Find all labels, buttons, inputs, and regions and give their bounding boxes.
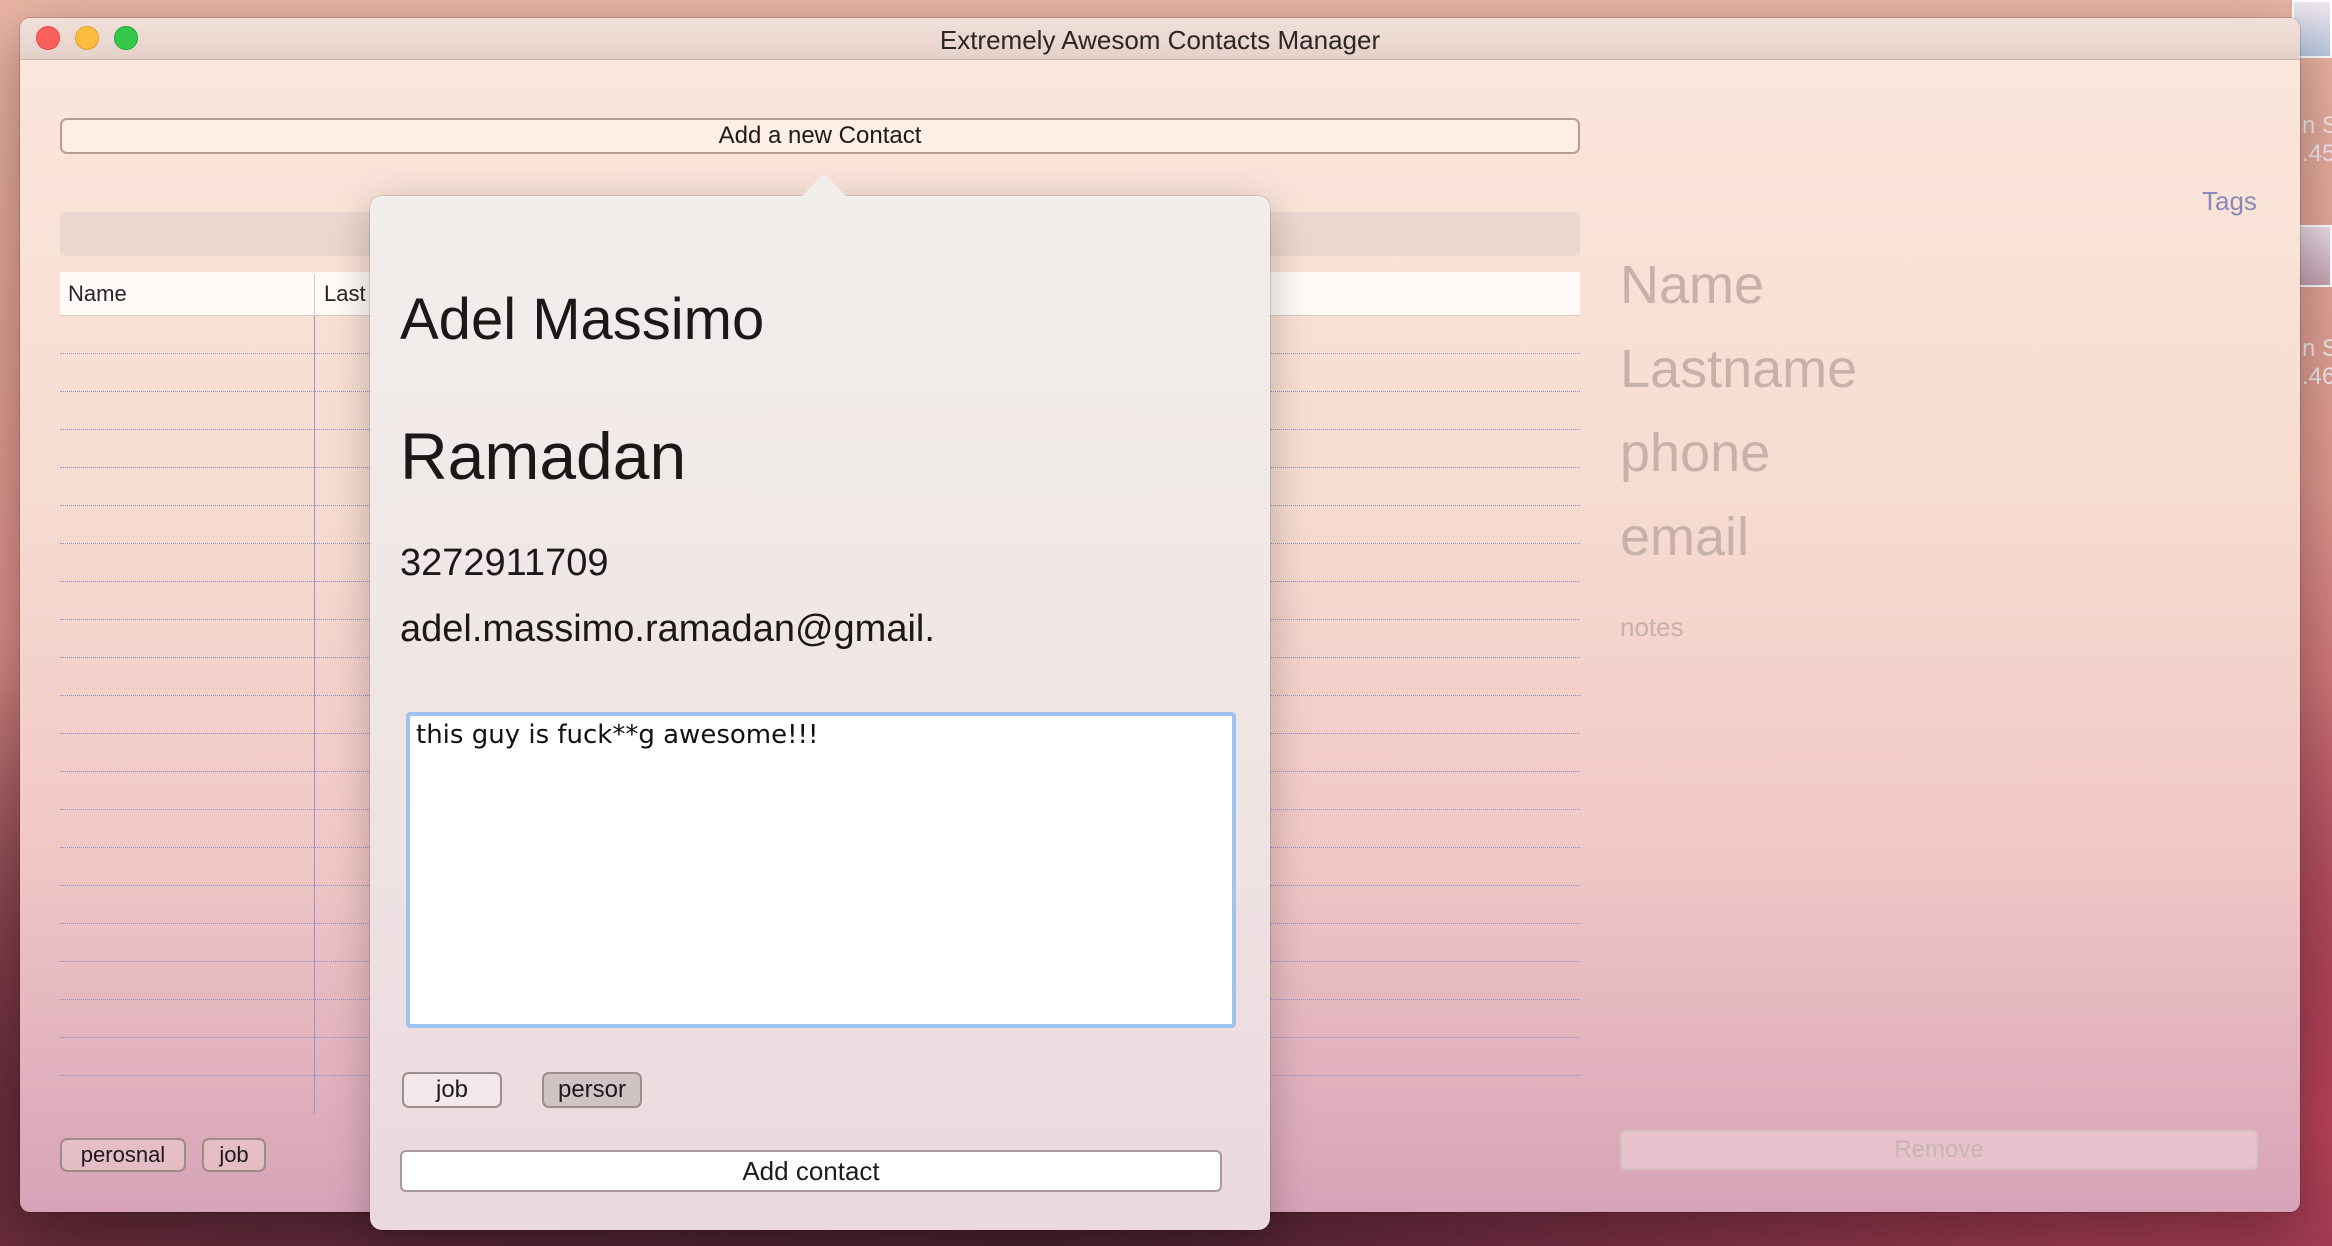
- column-divider[interactable]: [314, 274, 315, 314]
- detail-name-field[interactable]: Name: [1620, 254, 1764, 316]
- popover-notes-textarea[interactable]: this guy is fuck**g awesome!!!: [406, 712, 1236, 1028]
- add-contact-popover: Adel Massimo Ramadan 3272911709 adel.mas…: [370, 174, 1270, 1230]
- remove-button[interactable]: Remove: [1620, 1130, 2258, 1170]
- detail-email-field[interactable]: email: [1620, 506, 1749, 568]
- tags-link[interactable]: Tags: [2202, 186, 2257, 217]
- popover-name-field[interactable]: Adel Massimo: [400, 286, 764, 353]
- desktop-file-label[interactable]: n S .45: [2302, 112, 2332, 168]
- column-header-last[interactable]: Last: [324, 281, 366, 307]
- popover-tag-job-button[interactable]: job: [402, 1072, 502, 1108]
- popover-email-field[interactable]: adel.massimo.ramadan@gmail.: [400, 608, 935, 651]
- detail-phone-field[interactable]: phone: [1620, 422, 1770, 484]
- filter-tag-job-button[interactable]: job: [202, 1138, 266, 1172]
- add-contact-submit-button[interactable]: Add contact: [400, 1150, 1222, 1192]
- column-divider-line: [314, 316, 315, 1114]
- detail-lastname-field[interactable]: Lastname: [1620, 338, 1857, 400]
- filter-tag-personal-button[interactable]: perosnal: [60, 1138, 186, 1172]
- popover-arrow: [800, 174, 848, 198]
- column-header-name[interactable]: Name: [68, 281, 127, 307]
- detail-notes-field[interactable]: notes: [1620, 612, 1684, 643]
- popover-lastname-field[interactable]: Ramadan: [400, 418, 686, 494]
- popover-tag-personal-button[interactable]: persor: [542, 1072, 642, 1108]
- window-title: Extremely Awesom Contacts Manager: [939, 25, 1381, 55]
- title-bar[interactable]: Extremely Awesom Contacts Manager: [20, 18, 2300, 60]
- add-new-contact-button[interactable]: Add a new Contact: [60, 118, 1580, 154]
- desktop-file-label[interactable]: n S .46: [2302, 335, 2332, 391]
- popover-phone-field[interactable]: 3272911709: [400, 542, 609, 585]
